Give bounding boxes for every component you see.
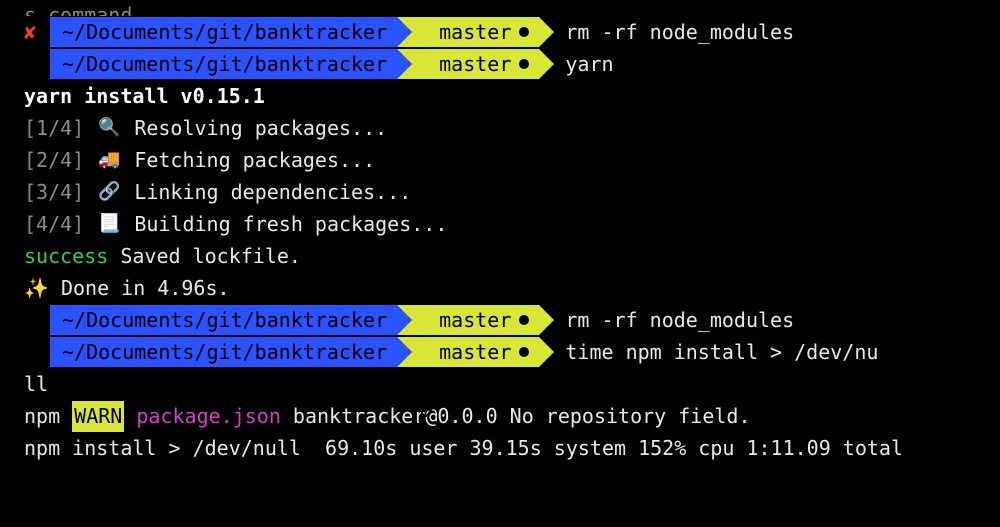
branch-name: master	[439, 305, 511, 336]
command-text: time npm install > /dev/nu	[565, 337, 878, 368]
branch-name: master	[439, 49, 511, 80]
dirty-indicator-icon	[519, 59, 529, 69]
yarn-done: ✨ Done in 4.96s.	[0, 272, 1000, 304]
yarn-step-1: [1/4] 🔍 Resolving packages...	[0, 112, 1000, 144]
command-text: yarn	[565, 49, 613, 80]
prompt-branch-segment: master	[397, 337, 539, 367]
git-branch-icon	[419, 311, 433, 329]
npm-warn-line: npm WARN package.json banktracker@0.0.0 …	[0, 400, 1000, 432]
dirty-indicator-icon	[519, 27, 529, 37]
link-icon: 🔗	[96, 178, 122, 206]
yarn-step-3: [3/4] 🔗 Linking dependencies...	[0, 176, 1000, 208]
dirty-indicator-icon	[519, 347, 529, 357]
yarn-step-2: [2/4] 🚚 Fetching packages...	[0, 144, 1000, 176]
yarn-step-4: [4/4] 📃 Building fresh packages...	[0, 208, 1000, 240]
prompt-line-1: ✘ ~/Documents/git/banktracker master rm …	[0, 16, 1000, 48]
prompt-line-3: ~/Documents/git/banktracker master rm -r…	[0, 304, 1000, 336]
git-branch-icon	[419, 55, 433, 73]
prompt-path-segment: ~/Documents/git/banktracker	[50, 305, 397, 335]
prompt-line-4: ~/Documents/git/banktracker master time …	[0, 336, 1000, 368]
prompt-branch-segment: master	[397, 305, 539, 335]
command-text: rm -rf node_modules	[565, 17, 794, 48]
command-text: rm -rf node_modules	[565, 305, 794, 336]
git-branch-icon	[419, 23, 433, 41]
prompt-branch-segment: master	[397, 17, 539, 47]
warn-badge: WARN	[72, 401, 124, 432]
sparkles-icon: ✨	[24, 273, 49, 304]
page-icon: 📃	[96, 210, 122, 238]
npm-time-line: npm install > /dev/null 69.10s user 39.1…	[0, 432, 1000, 464]
prompt-line-2: ~/Documents/git/banktracker master yarn	[0, 48, 1000, 80]
dirty-indicator-icon	[519, 315, 529, 325]
yarn-success: success Saved lockfile.	[0, 240, 1000, 272]
truck-icon: 🚚	[96, 146, 122, 174]
prompt-path-segment: ~/Documents/git/banktracker	[50, 49, 397, 79]
branch-name: master	[439, 337, 511, 368]
status-error-icon: ✘	[24, 17, 50, 48]
magnifier-icon: 🔍	[96, 114, 122, 142]
prompt-branch-segment: master	[397, 49, 539, 79]
prompt-path-segment: ~/Documents/git/banktracker	[50, 17, 397, 47]
prompt-path-segment: ~/Documents/git/banktracker	[50, 337, 397, 367]
partial-previous-line: s command.	[0, 0, 1000, 16]
git-branch-icon	[419, 343, 433, 361]
branch-name: master	[439, 17, 511, 48]
